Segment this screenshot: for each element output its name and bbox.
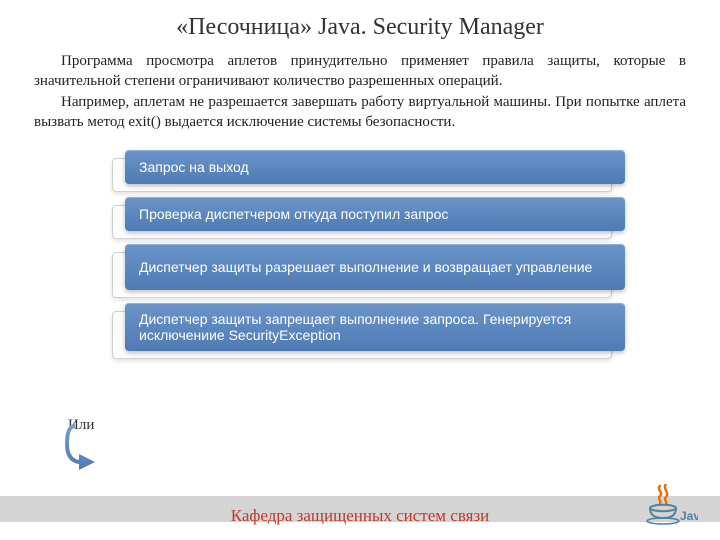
or-arrow-icon <box>65 424 101 470</box>
paragraph-2: Например, аплетам не разрешается заверша… <box>34 92 686 133</box>
java-logo: Java <box>636 484 698 530</box>
body-text: Программа просмотра аплетов принудительн… <box>0 51 720 132</box>
step-1-wrap: Запрос на выход <box>125 150 625 184</box>
step-4-wrap: Диспетчер защиты запрещает выполнение за… <box>125 303 625 351</box>
logo-text: Java <box>680 509 698 523</box>
step-3: Диспетчер защиты разрешает выполнение и … <box>125 244 625 290</box>
step-4: Диспетчер защиты запрещает выполнение за… <box>125 303 625 351</box>
step-2-wrap: Проверка диспетчером откуда поступил зап… <box>125 197 625 231</box>
flow-diagram: Запрос на выход Проверка диспетчером отк… <box>95 150 625 351</box>
paragraph-1: Программа просмотра аплетов принудительн… <box>34 51 686 92</box>
page-title: «Песочница» Java. Security Manager <box>0 0 720 51</box>
step-3-wrap: Диспетчер защиты разрешает выполнение и … <box>125 244 625 290</box>
step-2: Проверка диспетчером откуда поступил зап… <box>125 197 625 231</box>
step-1: Запрос на выход <box>125 150 625 184</box>
footer-text: Кафедра защищенных систем связи <box>0 506 720 526</box>
